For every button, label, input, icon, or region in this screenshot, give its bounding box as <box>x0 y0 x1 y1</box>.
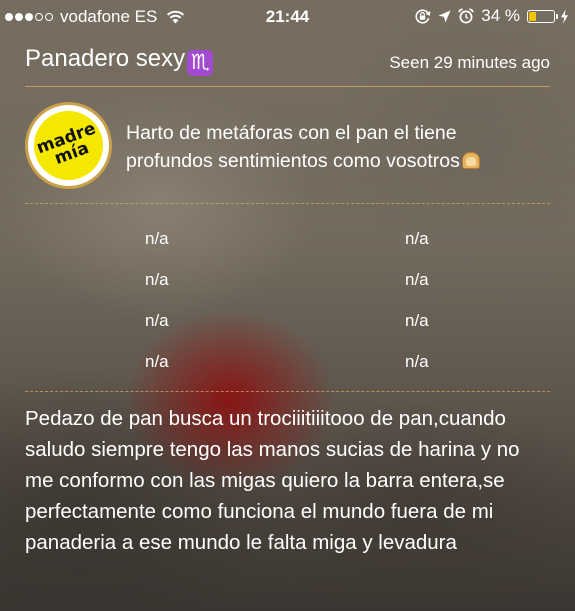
info-cell: n/a <box>145 270 169 289</box>
avatar[interactable]: madre mía <box>25 102 112 189</box>
profile-description: Pedazo de pan busca un trociiitiiitooo d… <box>25 407 520 554</box>
location-arrow-icon <box>438 10 451 23</box>
profile-header: Panadero sexy ♏ Seen 29 minutes ago <box>25 40 550 84</box>
status-bar: vodafone ES 21:44 34 % <box>0 0 575 34</box>
info-cell: n/a <box>405 311 429 330</box>
info-cell: n/a <box>405 270 429 289</box>
info-row: n/a n/a <box>0 343 575 384</box>
battery-percent: 34 % <box>481 6 520 25</box>
info-cell: n/a <box>405 352 429 371</box>
info-cell: n/a <box>405 229 429 248</box>
last-seen-status: Seen 29 minutes ago <box>389 53 550 72</box>
avatar-badge: madre mía <box>34 111 103 180</box>
info-grid: n/a n/a n/a n/a n/a n/a n/a n/a <box>0 220 575 384</box>
header-divider <box>25 86 550 87</box>
info-row: n/a n/a <box>0 261 575 302</box>
info-row: n/a n/a <box>0 220 575 261</box>
info-cell: n/a <box>145 311 169 330</box>
profile-name-text: Panadero sexy <box>25 45 186 72</box>
charging-bolt-icon <box>560 9 569 24</box>
alarm-clock-icon <box>458 8 474 24</box>
info-divider <box>25 391 550 392</box>
battery-level-fill <box>529 11 536 21</box>
avatar-logo-text: madre mía <box>34 118 103 171</box>
info-cell: n/a <box>145 229 169 248</box>
bread-icon <box>461 152 480 169</box>
bio-text-block: Harto de metáforas con el pan el tiene p… <box>126 119 550 175</box>
scorpio-zodiac-icon: ♏ <box>187 50 214 76</box>
status-bar-right: 34 % <box>414 6 569 26</box>
rotation-lock-icon <box>414 8 431 25</box>
bio-divider <box>25 203 550 204</box>
battery-tip <box>556 13 558 19</box>
info-row: n/a n/a <box>0 302 575 343</box>
profile-name[interactable]: Panadero sexy ♏ <box>25 45 214 76</box>
info-cell: n/a <box>145 352 169 371</box>
bio-section: madre mía Harto de metáforas con el pan … <box>25 100 550 192</box>
battery-icon <box>527 9 558 23</box>
bio-text: Harto de metáforas con el pan el tiene p… <box>126 122 460 172</box>
